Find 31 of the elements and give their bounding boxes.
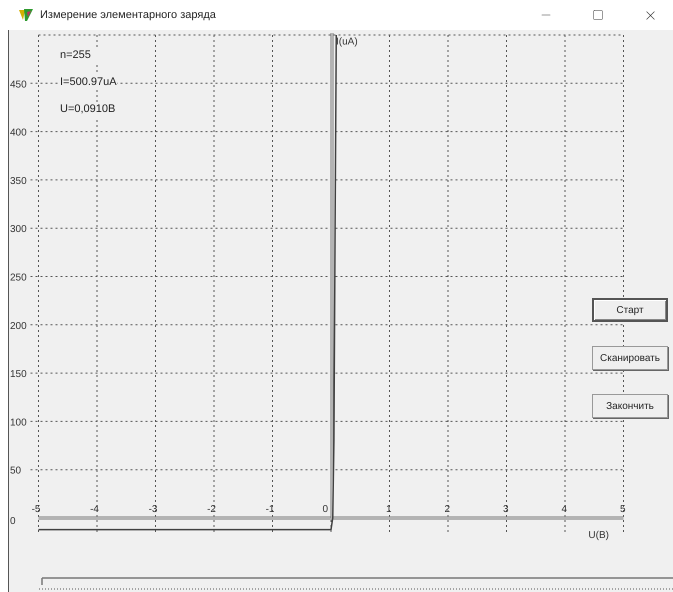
y-tick-label: 100 — [10, 417, 27, 428]
y-tick-label: 200 — [10, 320, 27, 332]
y-tick-label: 0 — [10, 516, 16, 527]
readout-text: I=500.97uA — [60, 75, 117, 90]
x-tick-label: -2 — [207, 504, 216, 515]
x-tick-label: -1 — [266, 504, 274, 515]
readout-text: U=0,0910В — [60, 102, 117, 117]
y-axis-label: I(uA) — [336, 36, 358, 48]
x-tick-label: 4 — [561, 504, 567, 515]
y-tick-label: 150 — [10, 369, 27, 380]
action-button[interactable]: Закончить — [592, 394, 668, 418]
y-tick-label: 250 — [10, 272, 27, 284]
x-tick-label: -3 — [148, 504, 158, 515]
x-tick-label: 1 — [386, 504, 392, 515]
x-axis-label: U(B) — [588, 530, 609, 541]
app-logo-icon — [18, 8, 34, 22]
action-button[interactable]: Сканировать — [592, 346, 668, 370]
x-tick-label: -4 — [90, 504, 99, 515]
y-tick-label: 50 — [10, 466, 22, 477]
x-tick-label: 2 — [444, 504, 450, 515]
maximize-icon[interactable] — [592, 9, 604, 21]
y-tick-label: 450 — [10, 79, 27, 90]
action-button[interactable]: Старт — [592, 298, 668, 322]
x-tick-label: 5 — [620, 504, 626, 515]
x-tick-label: -5 — [32, 504, 40, 515]
y-tick-label: 400 — [10, 128, 27, 139]
y-tick-label: 350 — [10, 176, 27, 187]
y-tick-label: 300 — [10, 224, 27, 236]
window-title: Измерение элементарного заряда — [40, 9, 217, 21]
x-tick-label: 3 — [502, 504, 508, 515]
x-tick-label: 0 — [322, 504, 328, 515]
